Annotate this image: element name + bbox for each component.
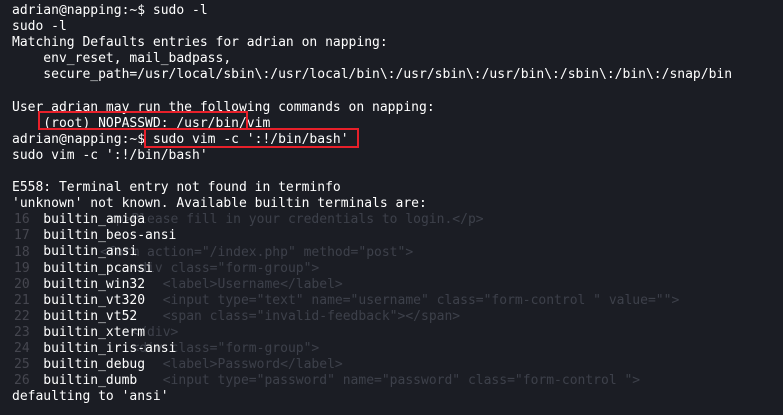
terminal-line: builtin_vt52 xyxy=(12,308,138,324)
terminal-line: builtin_pcansi xyxy=(12,260,153,276)
terminal-line: builtin_dumb xyxy=(12,373,138,389)
terminal-line-error: E558: Terminal entry not found in termin… xyxy=(12,180,341,196)
terminal-line: 'unknown' not known. Available builtin t… xyxy=(12,196,427,212)
terminal-line: builtin_amiga xyxy=(12,212,146,228)
terminal-line: sudo -l xyxy=(12,19,67,35)
terminal-window[interactable]: 16 <p>Please fill in your credentials to… xyxy=(0,0,783,415)
terminal-line: sudo vim -c ':!/bin/bash' xyxy=(12,147,208,163)
terminal-line: builtin_xterm xyxy=(12,324,146,340)
terminal-line: builtin_vt320 xyxy=(12,292,146,308)
terminal-line: env_reset, mail_badpass, xyxy=(12,51,232,67)
terminal-line-prompt-sudo-vim: adrian@napping:~$ sudo vim -c ':!/bin/ba… xyxy=(12,131,349,147)
terminal-line: builtin_ansi xyxy=(12,244,138,260)
terminal-line-nopasswd-rule: (root) NOPASSWD: /usr/bin/vim xyxy=(12,115,271,131)
terminal-line: User adrian may run the following comman… xyxy=(12,99,435,115)
terminal-line: builtin_win32 xyxy=(12,276,146,292)
terminal-line: builtin_debug xyxy=(12,357,146,373)
terminal-line: builtin_beos-ansi xyxy=(12,228,177,244)
terminal-line: builtin_iris-ansi xyxy=(12,340,177,356)
terminal-line: secure_path=/usr/local/sbin\:/usr/local/… xyxy=(12,67,733,83)
terminal-output: adrian@napping:~$ sudo -l sudo -l Matchi… xyxy=(12,3,783,405)
terminal-line: Matching Defaults entries for adrian on … xyxy=(12,35,388,51)
terminal-line: defaulting to 'ansi' xyxy=(12,389,169,405)
terminal-line-prompt-sudo-l: adrian@napping:~$ sudo -l xyxy=(12,3,208,18)
